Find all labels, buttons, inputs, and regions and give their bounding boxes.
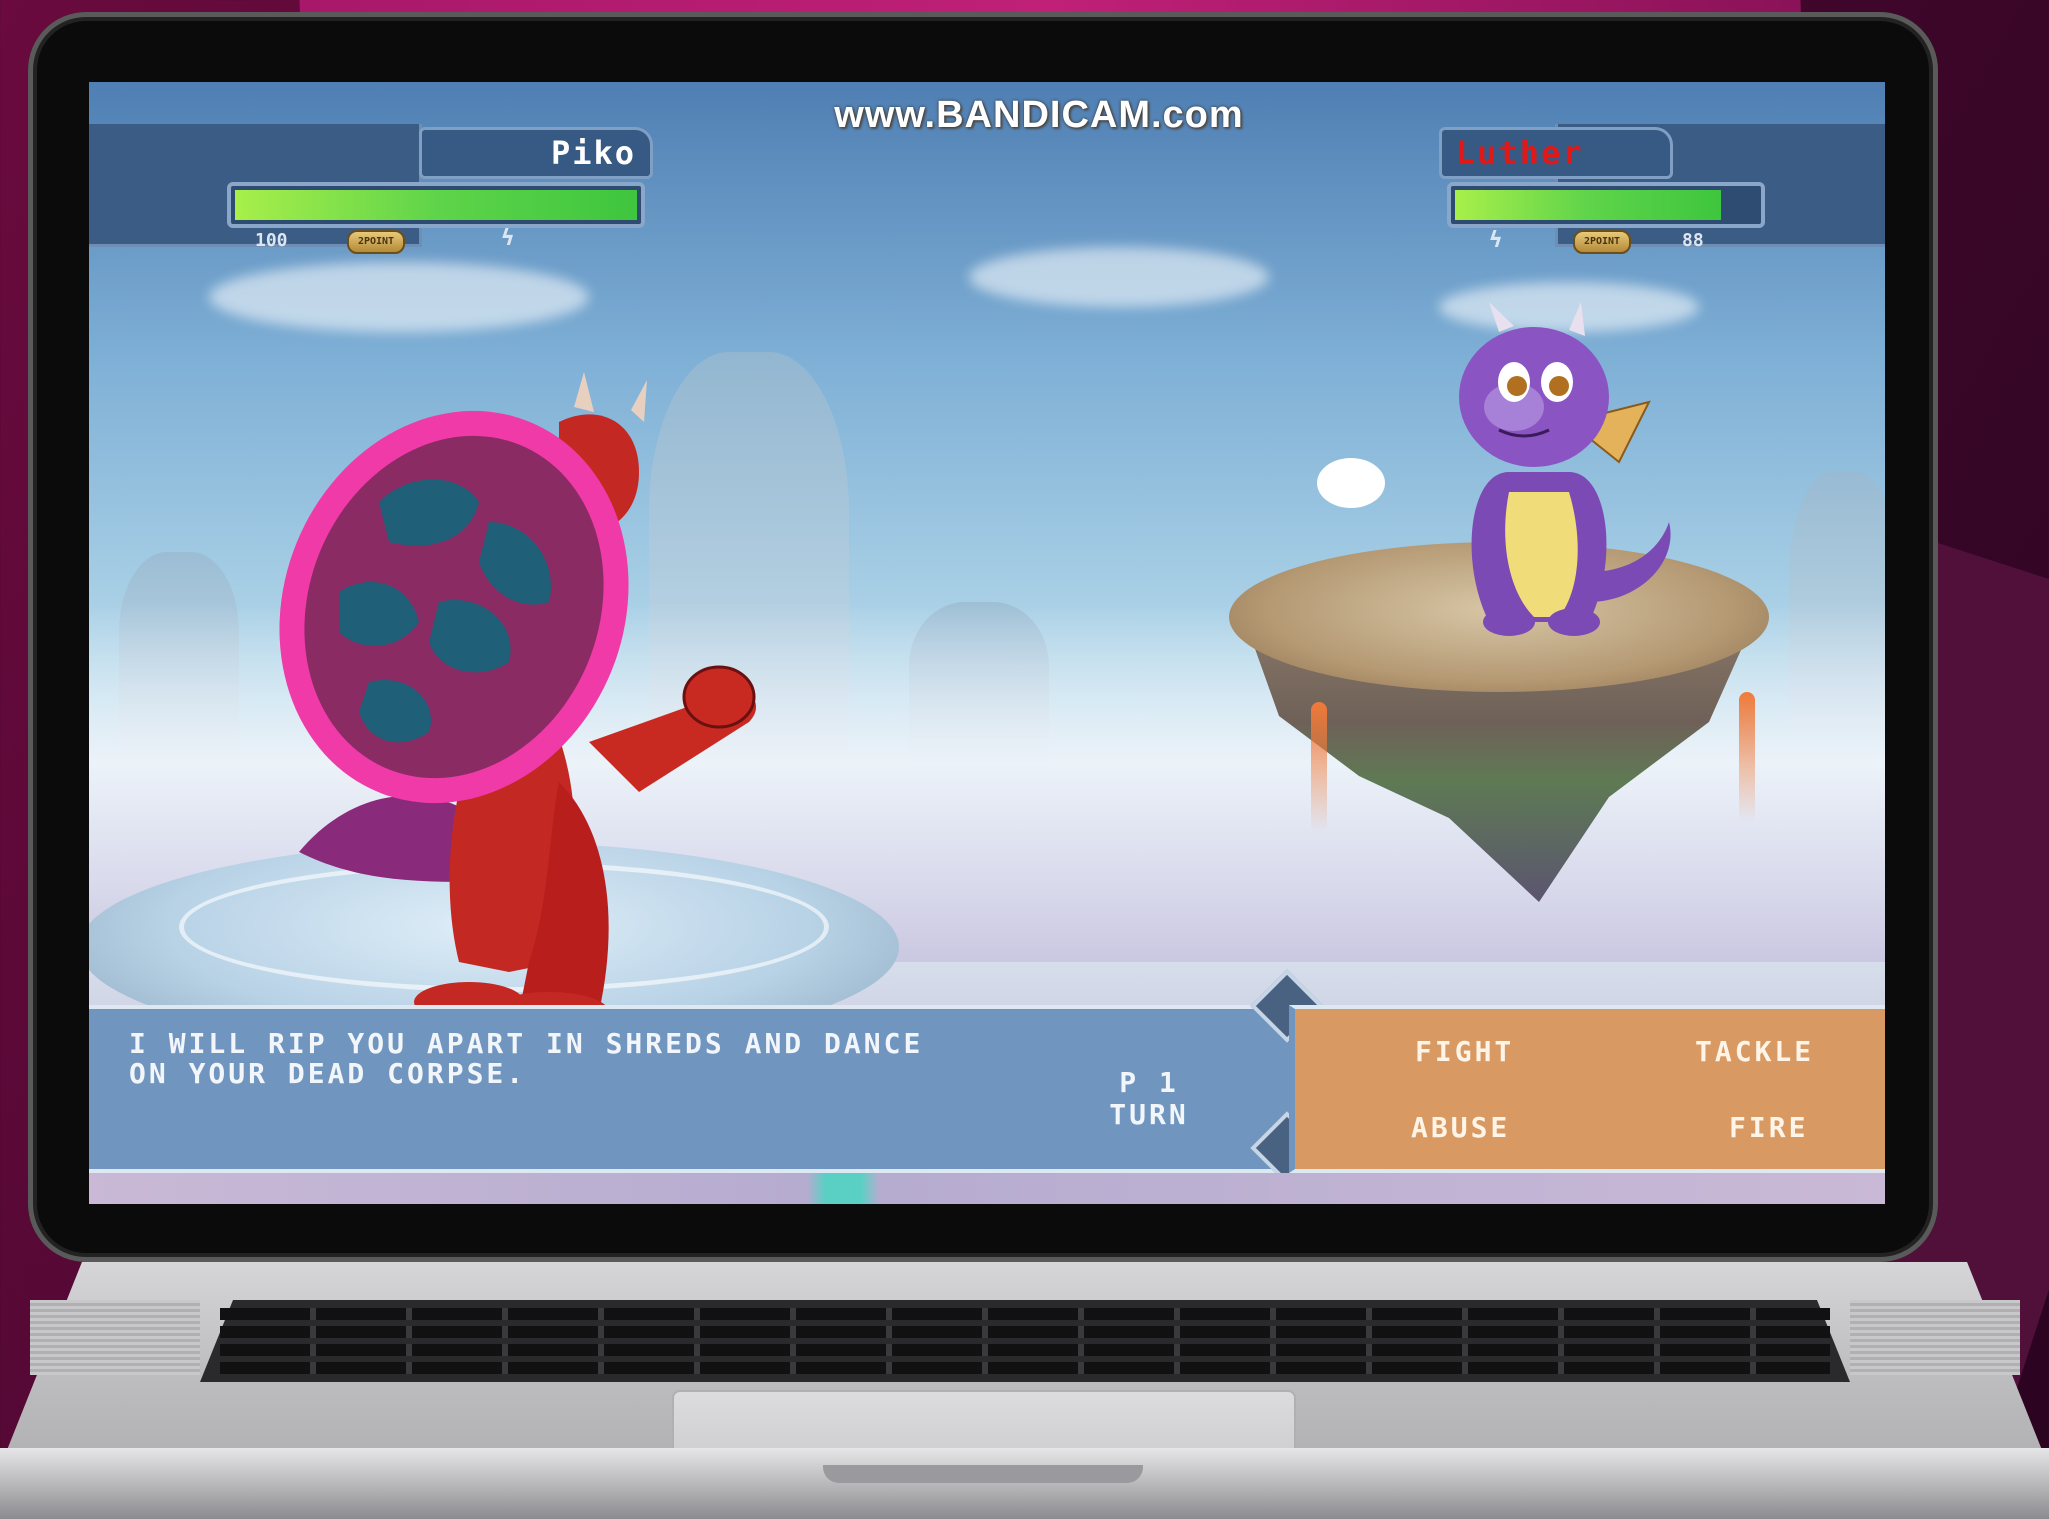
key-row: [220, 1362, 1830, 1374]
right-speaker-grille: [1850, 1300, 2020, 1375]
key-row: [220, 1344, 1830, 1356]
p2-name-label: Luther: [1439, 127, 1673, 179]
p2-hp-bar: [1447, 182, 1765, 228]
key-row: [220, 1326, 1830, 1338]
dialog-line-2: ON YOUR DEAD CORPSE.: [129, 1057, 527, 1090]
left-speaker-grille: [30, 1300, 200, 1375]
p1-point-badge: 2POINT: [347, 230, 405, 254]
fight-button[interactable]: FIGHT: [1415, 1035, 1514, 1068]
lid-notch: [823, 1465, 1143, 1483]
p1-name-label: Piko: [419, 127, 653, 179]
recording-watermark: www.BANDICAM.com: [834, 94, 1244, 136]
dialog-box: I WILL RIP YOU APART IN SHREDS AND DANCE…: [89, 1005, 1289, 1173]
thruster-flame: [1311, 702, 1327, 832]
turn-label: TURN: [1109, 1098, 1189, 1131]
piko-creature: [279, 372, 757, 1022]
p2-hp-fill: [1455, 190, 1721, 220]
bottom-scene-strip: [89, 1173, 1885, 1204]
key-row: [220, 1308, 1830, 1320]
p1-hp-bar: [227, 182, 645, 228]
fire-button[interactable]: FIRE: [1729, 1111, 1808, 1144]
p2-point-badge: 2POINT: [1573, 230, 1631, 254]
laptop-base-lip: [0, 1448, 2049, 1519]
turn-player: P 1: [1119, 1066, 1179, 1099]
dialog-text: I WILL RIP YOU APART IN SHREDS AND DANCE…: [129, 1029, 1049, 1089]
cloud: [209, 262, 589, 332]
p1-hp-fill: [235, 190, 637, 220]
trackpad: [672, 1390, 1296, 1454]
dialog-line-1: I WILL RIP YOU APART IN SHREDS AND DANCE: [129, 1027, 924, 1060]
turn-indicator: P 1 TURN: [1089, 1067, 1209, 1131]
p2-hp-value: 88: [1682, 230, 1704, 251]
thruster-flame: [1739, 692, 1755, 822]
abuse-button[interactable]: ABUSE: [1411, 1111, 1510, 1144]
action-menu: FIGHT TACKLE ABUSE FIRE: [1289, 1005, 1885, 1173]
game-screen: www.BANDICAM.com Piko 100 2POINT ϟ Luthe…: [89, 82, 1885, 1204]
luther-dragon: [1459, 302, 1671, 636]
lightning-icon: ϟ: [1489, 228, 1503, 253]
p1-hp-value: 100: [255, 230, 288, 251]
energy-orb: [1317, 458, 1385, 508]
lightning-icon: ϟ: [501, 226, 515, 251]
tackle-button[interactable]: TACKLE: [1695, 1035, 1814, 1068]
cloud: [969, 247, 1269, 307]
